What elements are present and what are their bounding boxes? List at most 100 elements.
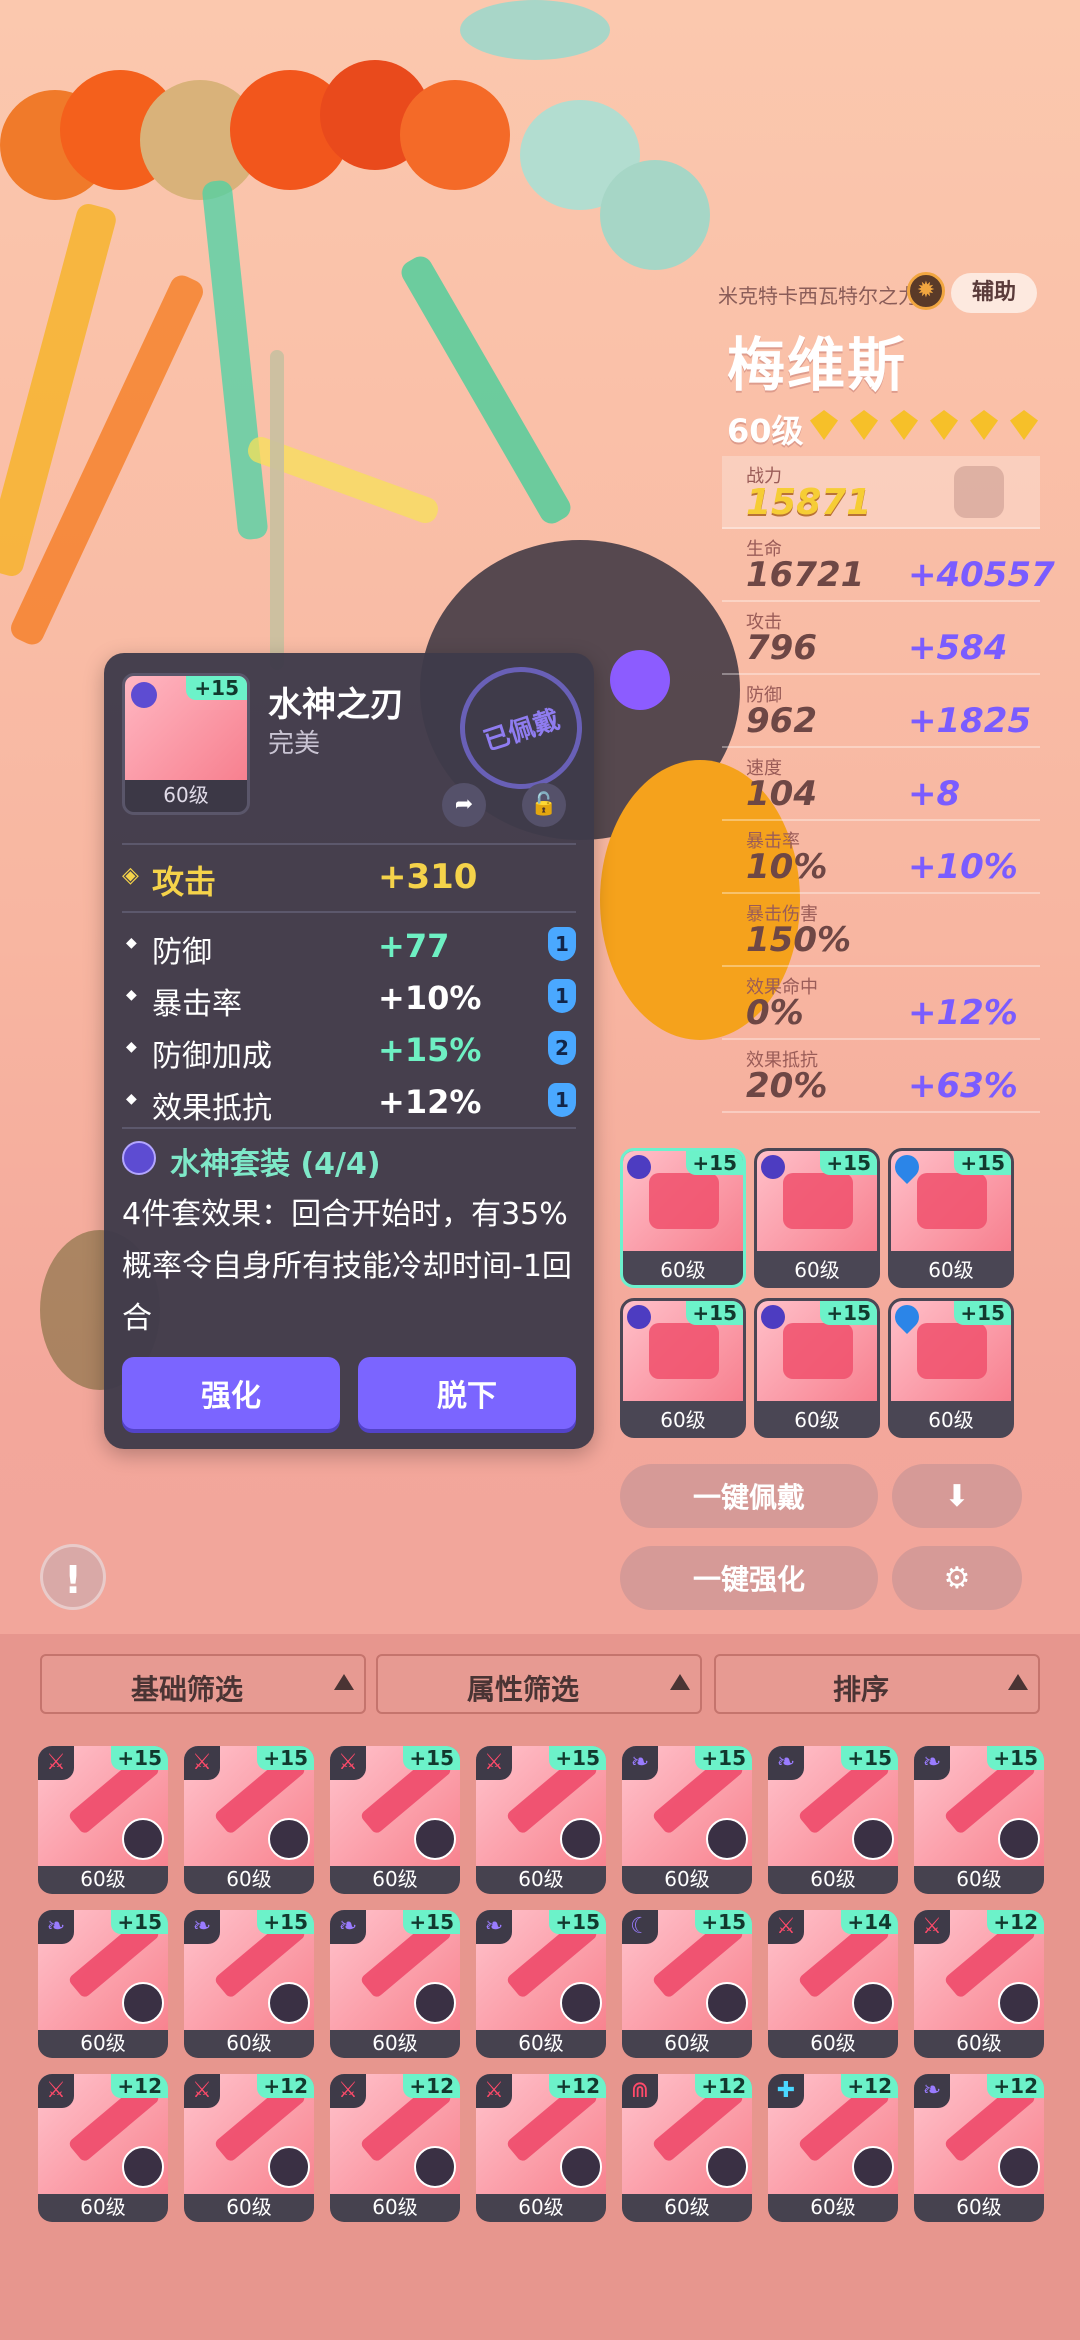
slot-level: 60级 [660,1258,706,1282]
enhance-level-badge: +15 [111,1910,168,1934]
item-level: 60级 [664,2031,710,2055]
item-level: 60级 [372,2195,418,2219]
owner-avatar [414,1818,456,1860]
auto-equip-button[interactable]: 一键佩戴 [620,1464,878,1528]
sword-set-icon: ⚔ [330,1746,366,1780]
roll-count-badge: 1 [548,1083,576,1117]
sub-stat-row: ◆ 效果抵抗 +12% 1 [122,1077,576,1129]
equipped-slot[interactable]: +15 60级 [620,1148,746,1288]
auto-enhance-button[interactable]: 一键强化 [620,1546,878,1610]
inventory-item[interactable]: ⚔ +15 60级 [476,1746,606,1894]
item-level: 60级 [810,2031,856,2055]
enhance-button[interactable]: 强化 [122,1357,340,1429]
item-level: 60级 [226,1867,272,1891]
enhance-level-badge: +14 [841,1910,898,1934]
inventory-item[interactable]: ❧ +12 60级 [914,2074,1044,2222]
inventory-item[interactable]: ⚔ +15 60级 [184,1746,314,1894]
inventory-item[interactable]: ⚔ +14 60级 [768,1910,898,2058]
roll-count-badge: 1 [548,979,576,1013]
inventory-item[interactable]: ⋒ +12 60级 [622,2074,752,2222]
stat-row: 暴击率 10% +10% [722,821,1040,894]
inventory-item[interactable]: ❧ +15 60级 [476,1910,606,2058]
inventory-item[interactable]: ☾ +15 60级 [622,1910,752,2058]
sort-dropdown[interactable]: 排序 [714,1654,1040,1714]
goggles-slot-icon [917,1173,987,1229]
stat-row: 防御 962 +1825 [722,675,1040,748]
owner-avatar [122,1982,164,2024]
triangle-up-icon [334,1674,354,1690]
equipped-slot[interactable]: +15 60级 [888,1148,1014,1288]
warning-icon[interactable]: ! [40,1544,106,1610]
item-level: 60级 [956,2031,1002,2055]
basic-filter-label: 基础筛选 [130,1673,243,1706]
inventory-item[interactable]: ❧ +15 60级 [330,1910,460,2058]
stat-bonus-value: +63% [908,1066,1018,1106]
inventory-item[interactable]: ⚔ +12 60级 [184,2074,314,2222]
item-level: 60级 [518,2031,564,2055]
main-stat-label: 攻击 [152,863,217,901]
down-arrow-icon[interactable]: ⬇ [892,1464,1022,1528]
wing-set-icon: ❧ [622,1746,658,1780]
enhance-level-badge: +15 [686,1151,743,1175]
divider [122,843,576,845]
share-icon[interactable]: ➦ [442,783,486,827]
inventory-item[interactable]: ⚔ +12 60级 [330,2074,460,2222]
item-quality: 完美 [268,729,321,759]
inventory-item[interactable]: ⚔ +12 60级 [476,2074,606,2222]
stat-row: 效果抵抗 20% +63% [722,1040,1040,1113]
owner-avatar [998,2146,1040,2188]
inventory-item[interactable]: ⚔ +15 60级 [330,1746,460,1894]
stat-row: 战力 15871 [722,456,1040,529]
diamond-icon: ◆ [126,1091,137,1107]
sword-set-icon: ⚔ [184,1746,220,1780]
owner-avatar [268,1982,310,2024]
moon-set-icon [131,682,157,708]
gear-icon[interactable]: ⚙ [892,1546,1022,1610]
sort-label: 排序 [832,1673,889,1706]
equipped-slot[interactable]: +15 60级 [754,1148,880,1288]
sub-stat-value: +15% [378,1031,482,1069]
stat-bonus-value: +8 [908,774,961,814]
inventory-item[interactable]: ❧ +15 60级 [622,1746,752,1894]
inventory-item[interactable]: ✚ +12 60级 [768,2074,898,2222]
moon-set-icon [627,1155,651,1179]
inventory-item[interactable]: ❧ +15 60级 [768,1746,898,1894]
attribute-filter-label: 属性筛选 [466,1673,579,1706]
inventory-item[interactable]: ⚔ +15 60级 [38,1746,168,1894]
item-level: 60级 [226,2031,272,2055]
unequip-button[interactable]: 脱下 [358,1357,576,1429]
owner-avatar [998,1818,1040,1860]
wing-set-icon: ❧ [184,1910,220,1944]
equipped-slots: +15 60级 +15 60级 +15 60级 +15 60级 +15 60级 +15 60级 [620,1148,1040,1448]
equipped-slot[interactable]: +15 60级 [888,1298,1014,1438]
item-level: 60级 [163,783,209,807]
enhance-level-badge: +15 [549,1910,606,1934]
inventory-item[interactable]: ❧ +15 60级 [914,1746,1044,1894]
enhance-level-badge: +12 [549,2074,606,2098]
stat-base-value: 796 [746,628,817,668]
equipped-slot[interactable]: +15 60级 [754,1298,880,1438]
enhance-level-badge: +15 [987,1746,1044,1770]
item-level: 60级 [956,2195,1002,2219]
inventory-item[interactable]: ⚔ +12 60级 [914,1910,1044,2058]
triangle-up-icon [670,1674,690,1690]
headphones-slot-icon [783,1323,853,1379]
sword-set-icon: ⚔ [768,1910,804,1944]
enhance-level-badge: +12 [403,2074,460,2098]
inventory-item[interactable]: ❧ +15 60级 [184,1910,314,2058]
cross-set-icon: ✚ [768,2074,804,2108]
owner-avatar [852,1818,894,1860]
slot-level: 60级 [794,1258,840,1282]
inventory-item[interactable]: ❧ +15 60级 [38,1910,168,2058]
owner-avatar [414,1982,456,2024]
attribute-filter-dropdown[interactable]: 属性筛选 [376,1654,702,1714]
inventory-item[interactable]: ⚔ +12 60级 [38,2074,168,2222]
basic-filter-dropdown[interactable]: 基础筛选 [40,1654,366,1714]
roll-count-badge: 2 [548,1031,576,1065]
character-level: 60级 [727,412,804,450]
diamond-icon: ◆ [126,935,137,951]
stat-base-value: 962 [746,701,817,741]
enhance-level-badge: +15 [549,1746,606,1770]
equipped-slot[interactable]: +15 60级 [620,1298,746,1438]
unlock-icon[interactable]: 🔓 [522,783,566,827]
